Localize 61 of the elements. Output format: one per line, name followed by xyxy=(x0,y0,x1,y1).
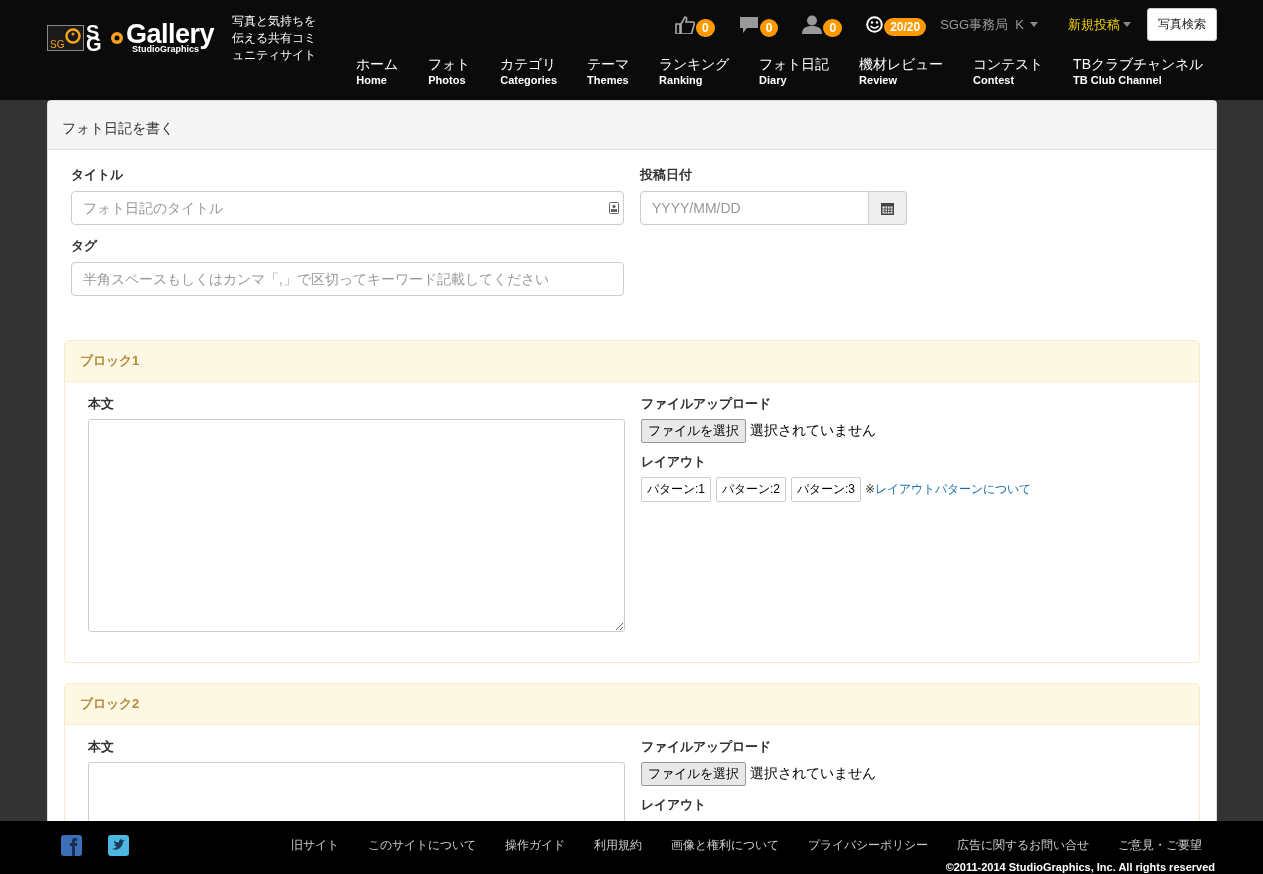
contact-card-icon xyxy=(609,202,619,214)
panel-title: フォト日記を書く xyxy=(48,101,1216,150)
speech-bubble-icon xyxy=(738,15,759,34)
layout-pattern-button[interactable]: パターン:3 xyxy=(791,477,862,502)
title-field[interactable]: フォト日記のタイトル xyxy=(71,191,624,225)
count-badge: 0 xyxy=(696,18,715,37)
count-badge: 0 xyxy=(759,18,779,37)
facebook-icon[interactable] xyxy=(61,835,82,856)
caret-icon xyxy=(1030,22,1038,27)
nav-link[interactable]: ホーム Home xyxy=(356,56,399,89)
nav-link[interactable]: フォト Photos xyxy=(428,56,471,89)
nav-link[interactable]: カテゴリ Categories xyxy=(500,56,558,89)
block-heading: ブロック1 xyxy=(65,341,1199,382)
date-field[interactable]: YYYY/MM/DD xyxy=(640,191,869,225)
nav-link[interactable]: ランキング Ranking xyxy=(659,56,730,89)
layout-help-link[interactable]: レイアウトパターンについて xyxy=(875,482,1032,496)
footer-link[interactable]: 利用規約 xyxy=(594,837,642,854)
calendar-button[interactable] xyxy=(869,191,907,225)
thumbs-up-icon xyxy=(675,15,696,34)
field-label: ファイルアップロード xyxy=(641,738,772,756)
account-menu[interactable]: SGG事務局 K xyxy=(940,15,1038,34)
file-status: 選択されていません xyxy=(750,422,876,440)
field-label: ファイルアップロード xyxy=(641,395,772,413)
nav-link[interactable]: コンテスト Contest xyxy=(973,56,1044,89)
nav-link[interactable]: 機材レビュー Review xyxy=(859,56,944,89)
field-label: レイアウト xyxy=(641,796,707,814)
calendar-icon xyxy=(881,201,894,215)
field-label: 投稿日付 xyxy=(640,166,693,184)
file-status: 選択されていません xyxy=(750,765,876,783)
count-badge: 20/20 xyxy=(884,18,927,36)
twitter-icon[interactable] xyxy=(108,835,129,856)
smiley-icon xyxy=(866,16,884,33)
footer-link[interactable]: 旧サイト xyxy=(291,837,339,854)
footer-link[interactable]: ご意見・ご要望 xyxy=(1118,837,1202,854)
site-tagline: 写真と気持ちを伝える共有コミュニティサイト xyxy=(232,13,318,64)
photo-search-button[interactable]: 写真検索 xyxy=(1147,8,1217,41)
field-label: レイアウト xyxy=(641,453,707,471)
copyright-text: ©2011-2014 StudioGraphics, Inc. All rights reserved xyxy=(945,861,1215,873)
footer-link[interactable]: 操作ガイド xyxy=(505,837,565,854)
footer-link[interactable]: プライバシーポリシー xyxy=(808,837,928,854)
choose-file-button[interactable]: ファイルを選択 xyxy=(641,762,746,786)
new-post-menu[interactable]: 新規投稿 xyxy=(1068,15,1131,34)
count-badge: 0 xyxy=(823,19,843,37)
choose-file-button[interactable]: ファイルを選択 xyxy=(641,419,746,443)
caret-icon xyxy=(1123,22,1131,27)
nav-link[interactable]: フォト日記 Diary xyxy=(759,56,830,89)
field-label: 本文 xyxy=(88,738,115,756)
footer-link[interactable]: 広告に関するお問い合せ xyxy=(957,837,1089,854)
nav-link[interactable]: TBクラブチャンネル TB Club Channel xyxy=(1073,56,1203,89)
footer-link[interactable]: 画像と権利について xyxy=(671,837,779,854)
tag-field[interactable]: 半角スペースもしくはカンマ「,」で区切ってキーワード記載してください xyxy=(71,262,624,296)
field-label: 本文 xyxy=(88,395,115,413)
layout-pattern-button[interactable]: パターン:2 xyxy=(716,477,787,502)
footer-link[interactable]: このサイトについて xyxy=(368,837,476,854)
layout-note: ※レイアウトパターンについて xyxy=(865,481,1032,498)
field-label: タグ xyxy=(71,237,99,255)
nav-link[interactable]: テーマ Themes xyxy=(587,56,630,89)
block-heading: ブロック2 xyxy=(65,684,1199,725)
person-icon xyxy=(802,15,823,34)
field-label: タイトル xyxy=(71,166,124,184)
layout-pattern-button[interactable]: パターン:1 xyxy=(641,477,711,502)
